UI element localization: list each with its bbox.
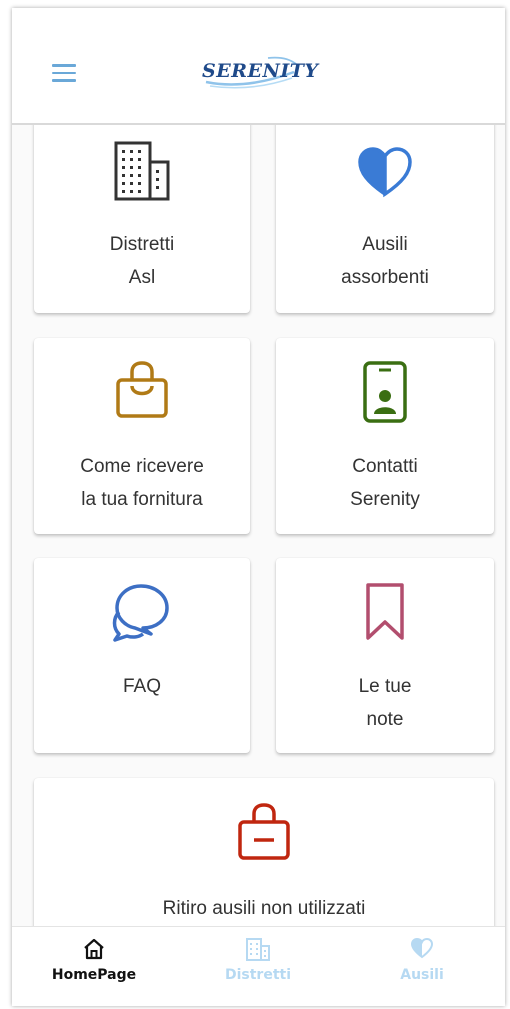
serenity-logo: SERENITY [196,50,318,94]
card-label: FAQ [34,670,250,703]
card-label-line1: Ausili [362,234,408,255]
logo-text: SERENITY [202,60,319,82]
hamburger-menu-icon[interactable] [52,64,76,82]
card-label-line1: FAQ [122,676,161,697]
card-label-line2: Asl [128,267,156,288]
card-label: Ausili assorbenti [276,228,494,294]
phone-contact-icon [363,361,407,423]
card-come-ricevere-fornitura[interactable]: Come ricevere la tua fornitura [34,338,250,534]
nav-label: HomePage [51,967,137,983]
card-le-tue-note[interactable]: Le tue note [276,558,494,753]
bottom-navigation: HomePage Distretti Ausili [12,926,505,1006]
heart-icon [358,147,412,198]
card-label: Le tue note [276,670,494,736]
heart-icon [410,937,434,959]
card-label: Contatti Serenity [276,450,494,516]
shopping-bag-icon [116,361,168,418]
nav-tab-distretti[interactable]: Distretti [176,927,340,1006]
home-menu-grid: Distretti Asl Ausili assorbenti Come ric… [12,8,505,1006]
card-label: Ritiro ausili non utilizzati [34,892,494,925]
card-label-line1: Ritiro ausili non utilizzati [162,898,366,919]
card-label-line1: Contatti [352,456,418,477]
card-label: Come ricevere la tua fornitura [34,450,250,516]
card-label-line1: Come ricevere [80,456,204,477]
card-label-line1: Le tue [358,676,412,697]
card-ausili-assorbenti[interactable]: Ausili assorbenti [276,108,494,313]
nav-label: Ausili [400,967,444,983]
card-label-line2: assorbenti [341,267,429,288]
app-frame: SERENITY Distretti Asl Ausili assorbenti… [12,8,505,1006]
home-icon [84,938,104,960]
nav-label: Distretti [224,967,292,983]
building-icon [114,141,170,201]
app-header: SERENITY [12,8,505,125]
bookmark-icon [366,583,404,640]
card-faq[interactable]: FAQ [34,558,250,753]
card-label-line2: la tua fornitura [81,489,203,510]
bag-minus-icon [238,803,290,860]
card-label-line2: note [366,709,404,730]
nav-tab-homepage[interactable]: HomePage [12,927,176,1006]
card-label-line1: Distretti [109,234,175,255]
nav-tab-ausili[interactable]: Ausili [340,927,504,1006]
card-label-line2: Serenity [350,489,420,510]
chat-bubbles-icon [112,584,169,642]
card-distretti-asl[interactable]: Distretti Asl [34,108,250,313]
building-icon [246,938,270,961]
card-label: Distretti Asl [34,228,250,294]
card-contatti-serenity[interactable]: Contatti Serenity [276,338,494,534]
